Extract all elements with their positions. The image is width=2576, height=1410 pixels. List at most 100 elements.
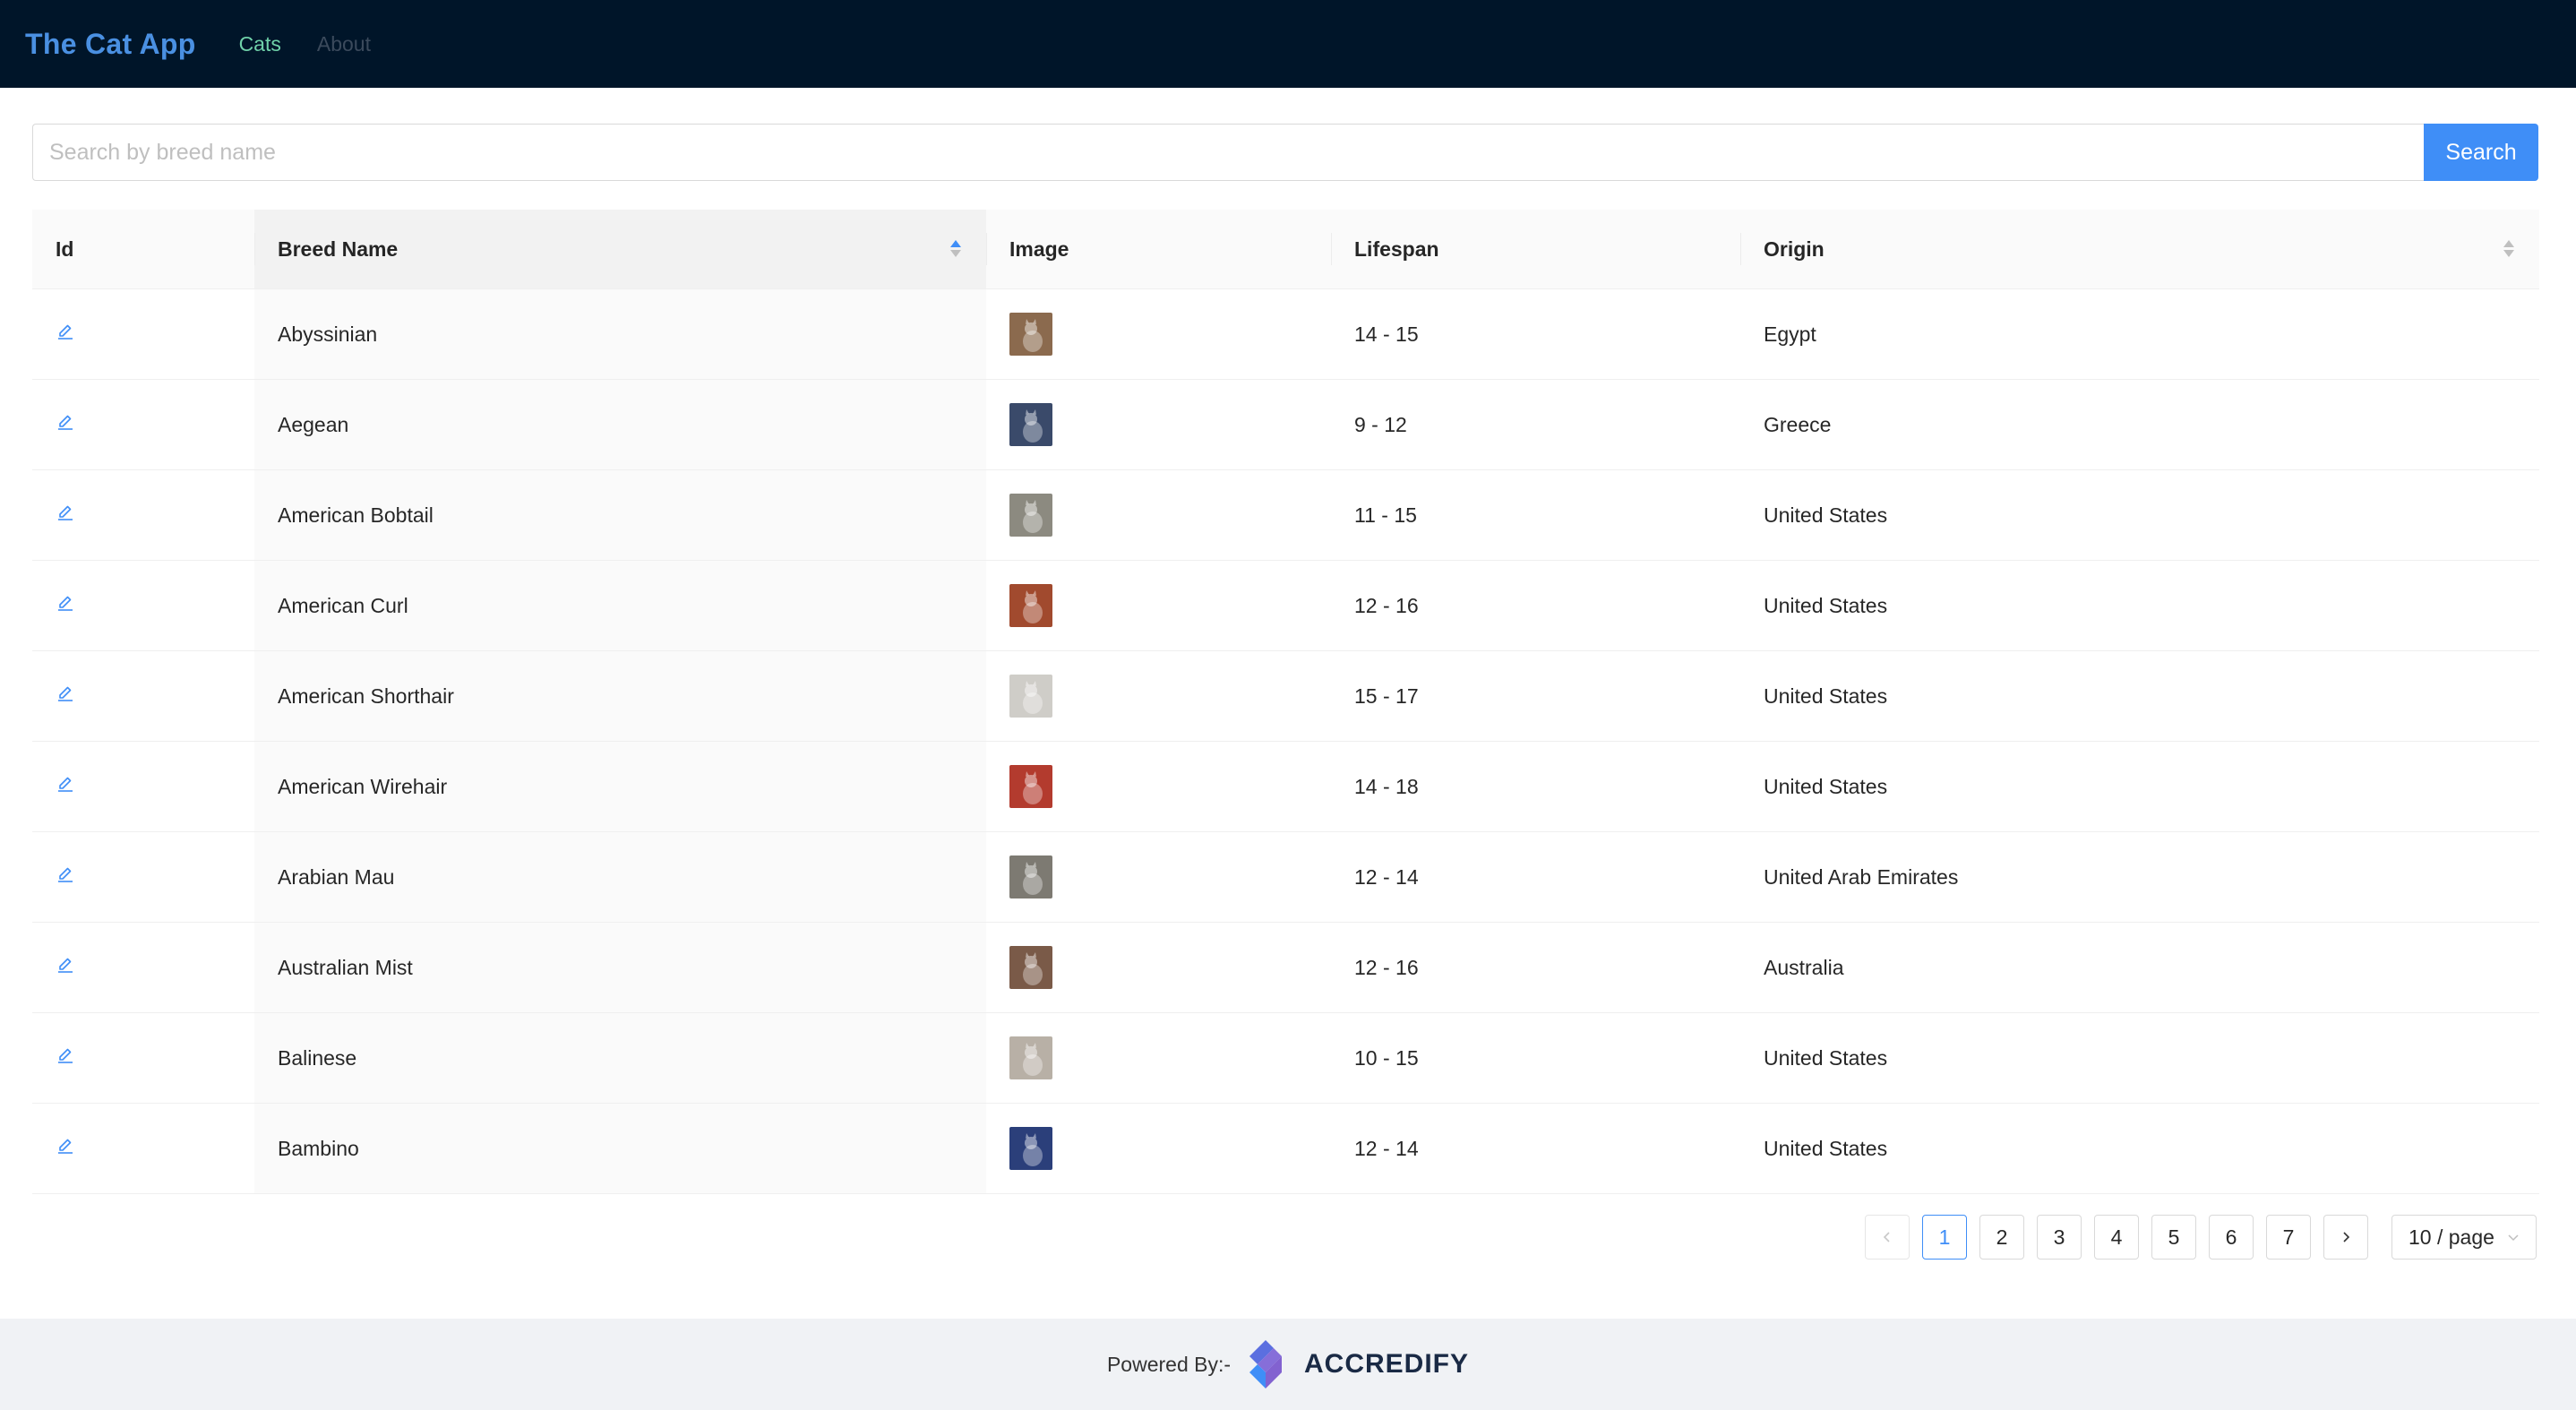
cell-image <box>986 831 1331 923</box>
cell-lifespan: 9 - 12 <box>1331 379 1740 470</box>
cell-image <box>986 469 1331 561</box>
cell-breed-name: American Wirehair <box>254 741 986 832</box>
page-button-4[interactable]: 4 <box>2094 1215 2139 1260</box>
chevron-down-icon <box>2508 1234 2519 1242</box>
app-brand[interactable]: The Cat App <box>25 28 196 61</box>
cell-image <box>986 1012 1331 1104</box>
cell-image <box>986 650 1331 742</box>
cell-image <box>986 922 1331 1013</box>
table-body: Abyssinian 14 - 15 Egypt Aegean 9 - 12 G… <box>32 288 2539 1194</box>
prev-page-button[interactable] <box>1865 1215 1910 1260</box>
cell-image <box>986 1103 1331 1194</box>
cat-thumbnail <box>1009 946 1052 989</box>
origin-text: United States <box>1764 684 1888 708</box>
table-row: Abyssinian 14 - 15 Egypt <box>32 288 2539 380</box>
cell-lifespan: 12 - 16 <box>1331 560 1740 651</box>
cell-breed-name: American Curl <box>254 560 986 651</box>
cat-thumbnail <box>1009 494 1052 537</box>
origin-text: Egypt <box>1764 322 1816 346</box>
sort-icon[interactable] <box>950 238 961 260</box>
cell-lifespan: 12 - 14 <box>1331 831 1740 923</box>
search-input[interactable] <box>32 124 2424 181</box>
next-page-button[interactable] <box>2323 1215 2368 1260</box>
search-button[interactable]: Search <box>2424 124 2538 181</box>
origin-text: United States <box>1764 1136 1888 1160</box>
powered-by-text: Powered By:- <box>1106 1352 1232 1376</box>
edit-icon[interactable] <box>56 774 75 794</box>
page-size-select[interactable]: 10 / page <box>2391 1215 2537 1260</box>
column-header-image: Image <box>986 210 1331 289</box>
cell-lifespan: 11 - 15 <box>1331 469 1740 561</box>
edit-icon[interactable] <box>56 864 75 884</box>
cell-breed-name: American Bobtail <box>254 469 986 561</box>
cell-lifespan: 10 - 15 <box>1331 1012 1740 1104</box>
table-row: American Shorthair 15 - 17 United States <box>32 650 2539 742</box>
cell-lifespan: 14 - 18 <box>1331 741 1740 832</box>
page-button-6[interactable]: 6 <box>2209 1215 2254 1260</box>
cell-origin: United Arab Emirates <box>1740 831 2539 923</box>
lifespan-text: 15 - 17 <box>1354 684 1419 708</box>
cell-origin: United States <box>1740 1012 2539 1104</box>
table-row: American Bobtail 11 - 15 United States <box>32 469 2539 561</box>
column-header-lifespan: Lifespan <box>1331 210 1740 289</box>
nav-item-about[interactable]: About <box>317 32 371 56</box>
sort-up-icon <box>950 240 961 247</box>
origin-text: United States <box>1764 774 1888 798</box>
edit-icon[interactable] <box>56 955 75 975</box>
column-header-origin[interactable]: Origin <box>1740 210 2539 289</box>
column-header-breed-name[interactable]: Breed Name <box>254 210 986 289</box>
edit-icon[interactable] <box>56 1045 75 1065</box>
page-button-7[interactable]: 7 <box>2266 1215 2311 1260</box>
column-header-label: Id <box>56 236 74 261</box>
table-row: Aegean 9 - 12 Greece <box>32 379 2539 470</box>
breed-name-text: American Shorthair <box>278 684 454 708</box>
cat-thumbnail <box>1009 403 1052 446</box>
cell-breed-name: Balinese <box>254 1012 986 1104</box>
table-header-row: Id Breed Name Image Lifespan Origin <box>32 210 2539 289</box>
cat-thumbnail <box>1009 584 1052 627</box>
cell-id <box>32 1012 254 1104</box>
origin-text: Greece <box>1764 412 1832 436</box>
cell-origin: Greece <box>1740 379 2539 470</box>
cell-origin: United States <box>1740 650 2539 742</box>
cell-breed-name: Abyssinian <box>254 288 986 380</box>
cell-breed-name: Aegean <box>254 379 986 470</box>
edit-icon[interactable] <box>56 684 75 703</box>
table-row: Bambino 12 - 14 United States <box>32 1103 2539 1194</box>
page-button-3[interactable]: 3 <box>2037 1215 2082 1260</box>
lifespan-text: 10 - 15 <box>1354 1045 1419 1070</box>
column-header-label: Origin <box>1764 236 1825 261</box>
cell-origin: Australia <box>1740 922 2539 1013</box>
cell-id <box>32 741 254 832</box>
cell-breed-name: Australian Mist <box>254 922 986 1013</box>
cat-thumbnail <box>1009 313 1052 356</box>
column-divider <box>986 233 987 265</box>
breed-name-text: American Wirehair <box>278 774 448 798</box>
edit-icon[interactable] <box>56 1136 75 1156</box>
accredify-brand-text: ACCREDIFY <box>1304 1349 1470 1379</box>
cell-breed-name: Bambino <box>254 1103 986 1194</box>
cell-image <box>986 741 1331 832</box>
edit-icon[interactable] <box>56 593 75 613</box>
sort-icon[interactable] <box>2503 238 2514 260</box>
edit-icon[interactable] <box>56 412 75 432</box>
breed-name-text: American Curl <box>278 593 408 617</box>
nav-item-cats[interactable]: Cats <box>239 32 281 56</box>
edit-icon[interactable] <box>56 503 75 522</box>
cell-image <box>986 560 1331 651</box>
origin-text: Australia <box>1764 955 1844 979</box>
page-button-1[interactable]: 1 <box>1922 1215 1967 1260</box>
column-divider <box>254 233 255 265</box>
edit-icon[interactable] <box>56 322 75 341</box>
page-button-2[interactable]: 2 <box>1979 1215 2024 1260</box>
cell-breed-name: American Shorthair <box>254 650 986 742</box>
lifespan-text: 12 - 16 <box>1354 955 1419 979</box>
column-divider <box>1740 233 1741 265</box>
page-button-5[interactable]: 5 <box>2151 1215 2196 1260</box>
cell-id <box>32 560 254 651</box>
cell-lifespan: 15 - 17 <box>1331 650 1740 742</box>
lifespan-text: 14 - 15 <box>1354 322 1419 346</box>
sort-down-icon <box>2503 250 2514 257</box>
table-row: Balinese 10 - 15 United States <box>32 1012 2539 1104</box>
cat-thumbnail <box>1009 1127 1052 1170</box>
